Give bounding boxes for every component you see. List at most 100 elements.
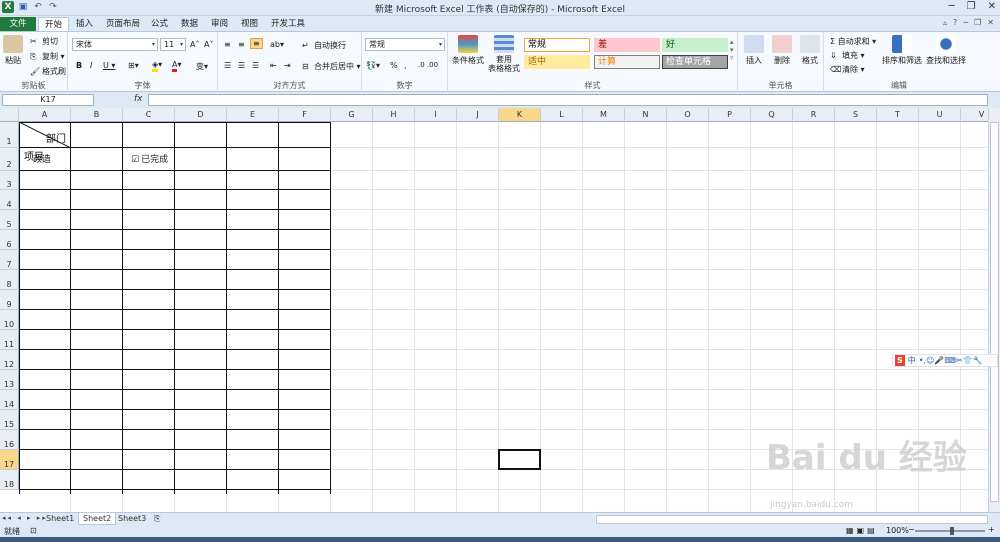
ime-language[interactable]: 中 — [908, 355, 916, 366]
style-calculation[interactable]: 计算 — [594, 55, 660, 69]
row-header-7[interactable]: 7 — [0, 250, 19, 270]
styles-scroll[interactable]: ▴ ▾ ▿ — [730, 38, 734, 62]
font-size-select[interactable]: 11 ▾ — [160, 38, 186, 51]
view-mode-icons[interactable]: ▦▣▤ — [846, 526, 878, 535]
format-painter-button[interactable]: 🖌 格式刷 — [30, 66, 66, 77]
column-header-d[interactable]: D — [175, 108, 227, 122]
fill-button[interactable]: ⇓ 填充 ▾ — [830, 50, 865, 61]
sheet-tab-2[interactable]: Sheet2 — [78, 513, 117, 525]
tab-home[interactable]: 开始 — [38, 17, 70, 31]
sheet-tab-1[interactable]: Sheet1 — [42, 513, 78, 525]
row-header-9[interactable]: 9 — [0, 290, 19, 310]
column-header-u[interactable]: U — [919, 108, 961, 122]
align-top-button[interactable]: ≡ — [224, 40, 231, 49]
format-cells-button[interactable]: 格式 — [798, 35, 822, 66]
tab-developer[interactable]: 开发工具 — [265, 17, 311, 31]
row-header-14[interactable]: 14 — [0, 390, 19, 410]
bold-button[interactable]: B — [76, 61, 82, 70]
column-header-c[interactable]: C — [123, 108, 175, 122]
checkbox-icon[interactable]: ☑ — [131, 155, 139, 165]
row-header-18[interactable]: 18 — [0, 470, 19, 490]
select-all-corner[interactable] — [0, 108, 19, 122]
phonetic-button[interactable]: 变▾ — [196, 61, 208, 72]
help-icon[interactable]: ? — [953, 18, 957, 27]
row-header-12[interactable]: 12 — [0, 350, 19, 370]
decrease-indent-button[interactable]: ⇤ — [270, 61, 277, 70]
row-header-1[interactable]: 1 — [0, 122, 19, 148]
style-check-cell[interactable]: 检查单元格 — [662, 55, 728, 69]
tab-formulas[interactable]: 公式 — [145, 17, 174, 31]
column-header-b[interactable]: B — [71, 108, 123, 122]
font-name-select[interactable]: 宋体 ▾ — [72, 38, 158, 51]
close-button[interactable]: ✕ — [988, 1, 996, 12]
row-header-13[interactable]: 13 — [0, 370, 19, 390]
formula-input[interactable] — [148, 94, 988, 106]
insert-function-icon[interactable]: fx — [134, 94, 143, 104]
row-header-17[interactable]: 17 — [0, 450, 19, 470]
tab-review[interactable]: 审阅 — [205, 17, 234, 31]
row-header-8[interactable]: 8 — [0, 270, 19, 290]
paste-button[interactable]: 粘贴 — [2, 35, 24, 66]
column-header-k[interactable]: K — [499, 108, 541, 122]
row-header-10[interactable]: 10 — [0, 310, 19, 330]
align-middle-button[interactable]: ≡ — [238, 40, 245, 49]
column-header-t[interactable]: T — [877, 108, 919, 122]
column-header-a[interactable]: A — [19, 108, 71, 122]
zoom-out-icon[interactable]: − — [908, 525, 915, 534]
borders-button[interactable]: ⊞▾ — [128, 61, 139, 70]
restore-button[interactable]: ❐ — [967, 1, 976, 12]
zoom-in-icon[interactable]: + — [988, 525, 995, 534]
column-header-e[interactable]: E — [227, 108, 279, 122]
checkbox-completed[interactable]: ☑ 已完成 — [131, 152, 168, 165]
vertical-scroll-thumb[interactable] — [990, 122, 999, 502]
align-left-button[interactable]: ☰ — [224, 61, 231, 70]
style-neutral[interactable]: 适中 — [524, 55, 590, 69]
zoom-slider-knob[interactable] — [950, 527, 954, 535]
orientation-button[interactable]: ab▾ — [270, 40, 284, 49]
horizontal-scrollbar[interactable] — [596, 515, 988, 524]
column-header-f[interactable]: F — [279, 108, 331, 122]
align-center-button[interactable]: ☰ — [238, 61, 245, 70]
row-header-11[interactable]: 11 — [0, 330, 19, 350]
font-color-button[interactable]: A▾ — [172, 60, 182, 72]
sheet-tab-3[interactable]: Sheet3 — [114, 513, 150, 525]
delete-cells-button[interactable]: 删除 — [770, 35, 794, 66]
insert-sheet-icon[interactable]: ⎘ — [150, 513, 164, 525]
column-header-m[interactable]: M — [583, 108, 625, 122]
shrink-font-button[interactable]: A˅ — [204, 40, 213, 49]
italic-button[interactable]: I — [90, 61, 92, 70]
autosum-button[interactable]: Σ 自动求和 ▾ — [830, 36, 876, 47]
sort-filter-button[interactable]: 排序和筛选 — [880, 35, 924, 66]
wrap-text-button[interactable]: ↵ 自动换行 — [302, 40, 346, 51]
column-header-g[interactable]: G — [331, 108, 373, 122]
copy-button[interactable]: ⎘ 复制 ▾ — [30, 51, 65, 62]
active-cell[interactable] — [498, 449, 541, 470]
clear-button[interactable]: ⌫清除 ▾ — [830, 64, 865, 75]
zoom-level[interactable]: 100% — [886, 526, 909, 535]
percent-button[interactable]: % — [390, 61, 398, 70]
align-bottom-button[interactable]: ≡ — [250, 38, 263, 49]
tab-view[interactable]: 视图 — [235, 17, 264, 31]
row-header-5[interactable]: 5 — [0, 210, 19, 230]
column-header-h[interactable]: H — [373, 108, 415, 122]
column-header-q[interactable]: Q — [751, 108, 793, 122]
tab-insert[interactable]: 插入 — [70, 17, 99, 31]
sheet-nav-buttons[interactable]: ◂◂ ◂ ▸ ▸▸ — [2, 514, 48, 522]
underline-button[interactable]: U ▾ — [103, 61, 115, 70]
conditional-format-button[interactable]: 条件格式 — [450, 35, 486, 66]
merge-center-button[interactable]: ⊟ 合并后居中 ▾ — [302, 61, 361, 72]
name-box[interactable]: K17 — [2, 94, 94, 106]
number-format-select[interactable]: 常规 ▾ — [365, 38, 445, 51]
style-normal[interactable]: 常规 — [524, 38, 590, 52]
grow-font-button[interactable]: A˄ — [190, 40, 199, 49]
row-header-2[interactable]: 2 — [0, 148, 19, 171]
row-header-16[interactable]: 16 — [0, 430, 19, 450]
ime-tool-icons[interactable]: •,☺🎤⌨✂👕🔧 — [919, 355, 983, 366]
tab-page-layout[interactable]: 页面布局 — [100, 17, 146, 31]
comma-button[interactable]: , — [404, 61, 407, 70]
decimal-buttons[interactable]: .0 .00 — [418, 61, 438, 69]
row-header-3[interactable]: 3 — [0, 171, 19, 190]
column-header-r[interactable]: R — [793, 108, 835, 122]
fill-color-button[interactable]: ◈▾ — [152, 60, 162, 72]
column-header-v[interactable]: V — [961, 108, 988, 122]
